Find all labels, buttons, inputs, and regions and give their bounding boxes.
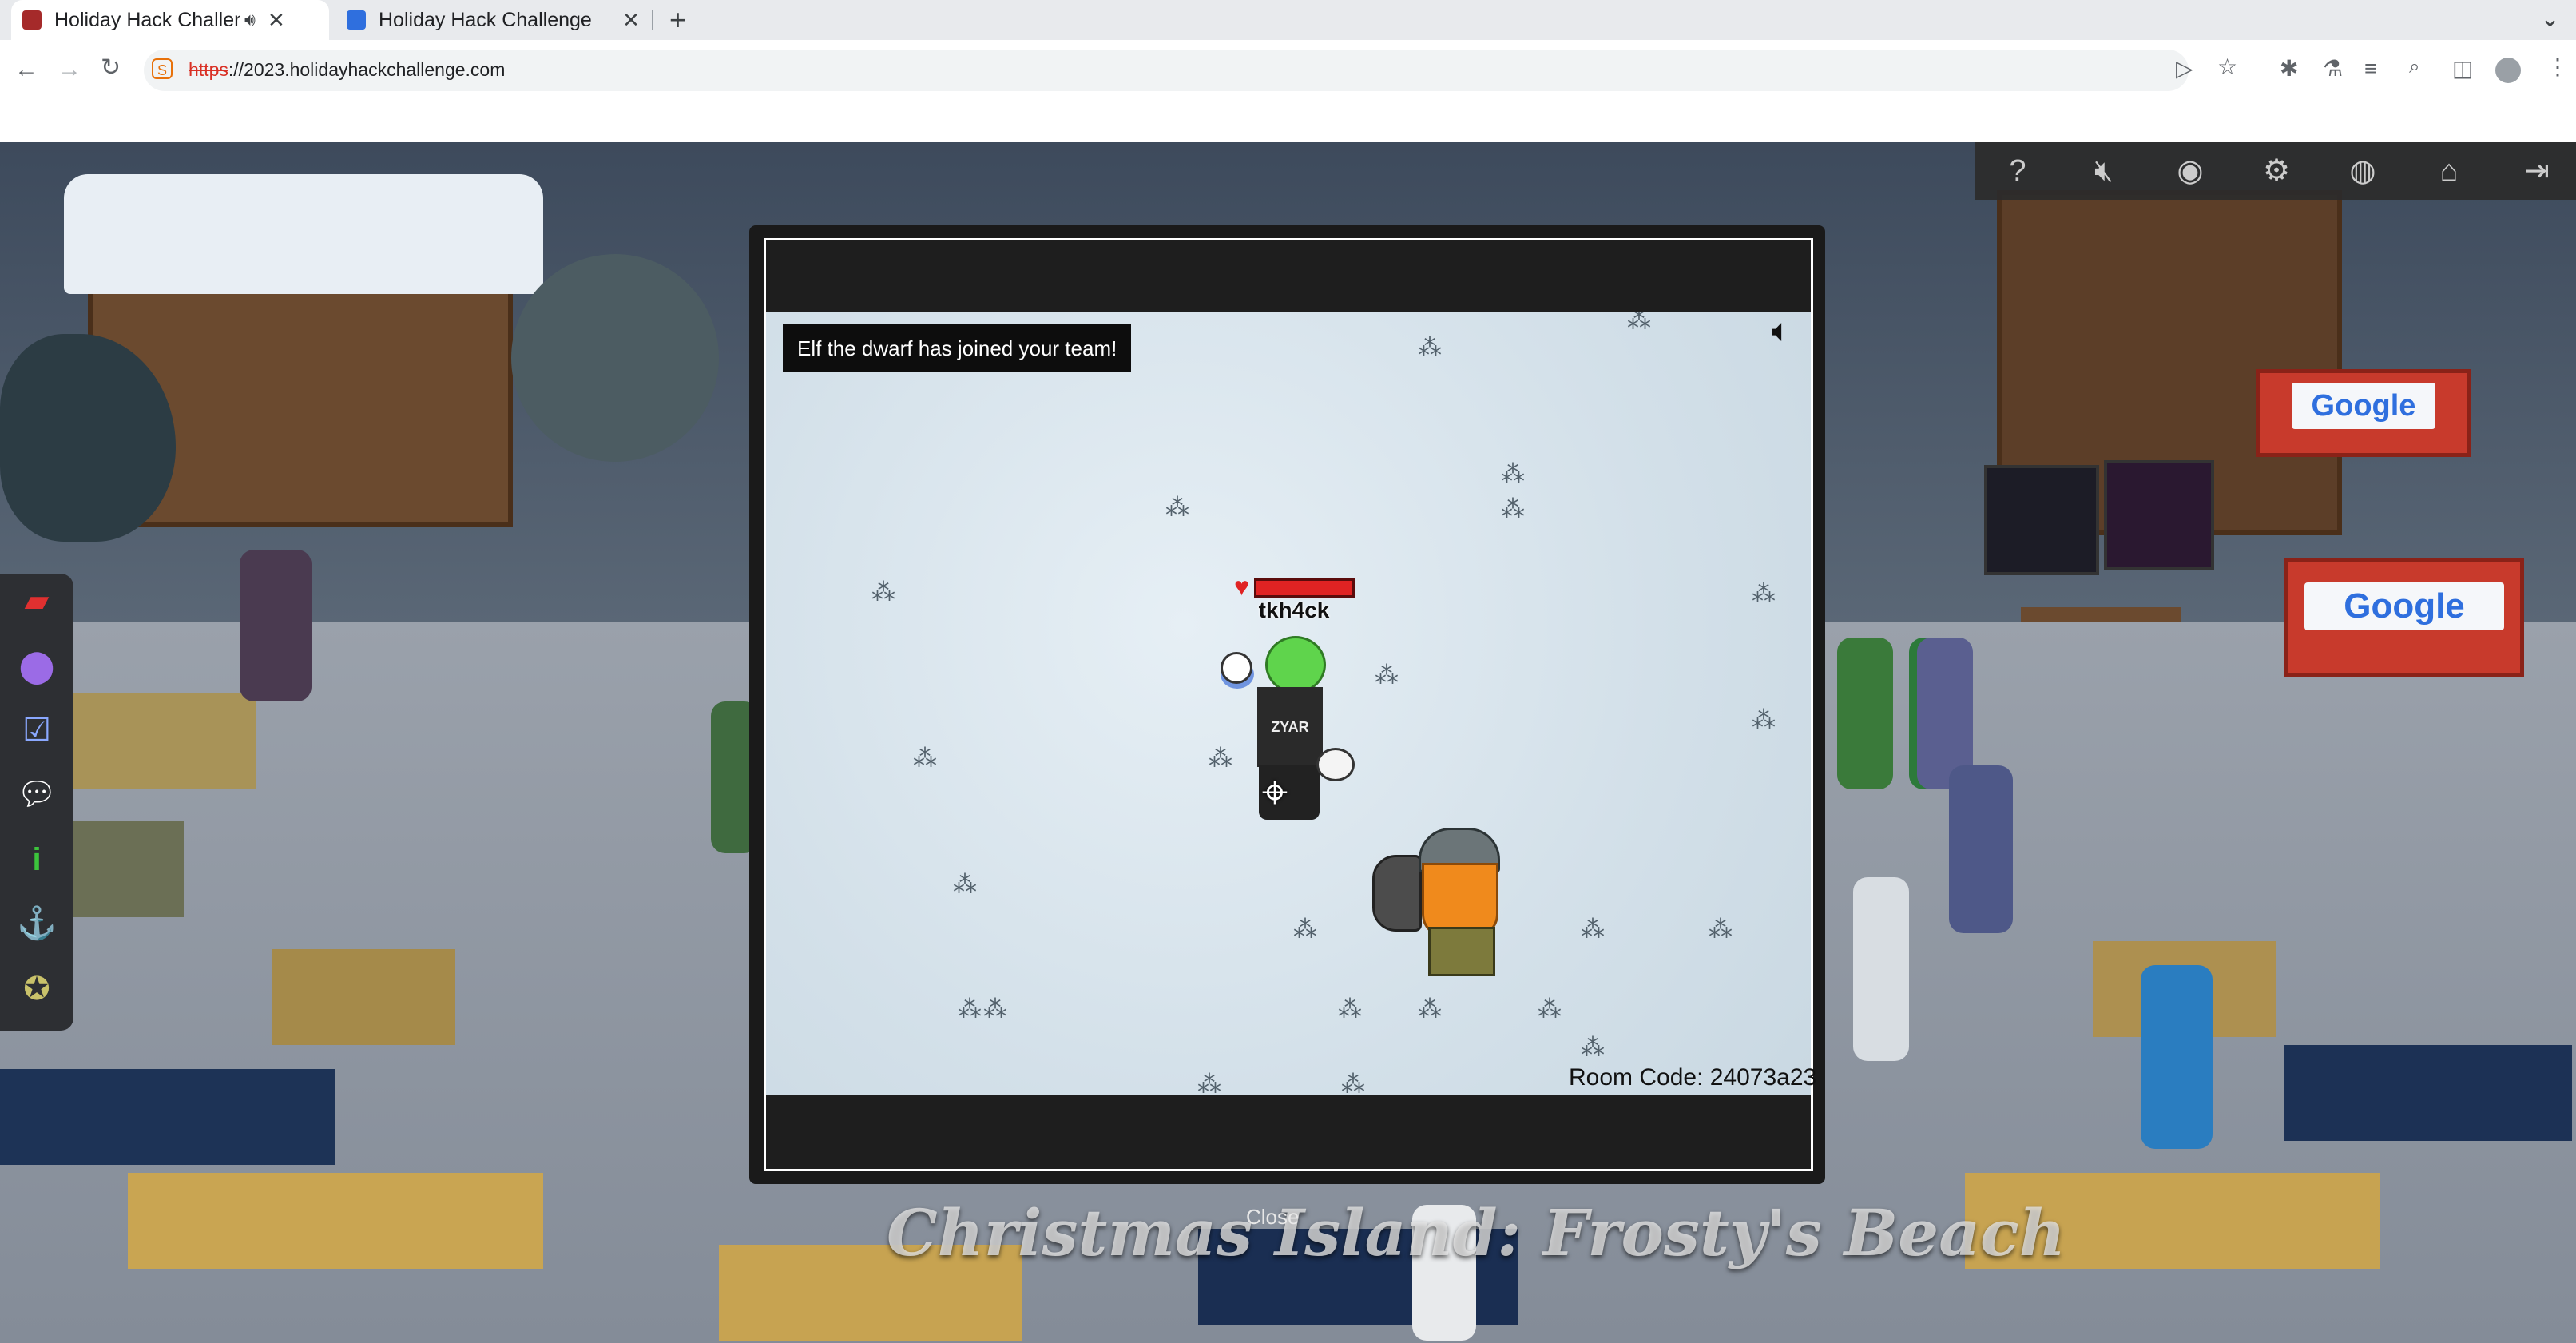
home-icon[interactable]: ⌂ [2425, 151, 2473, 191]
reload-icon[interactable]: ↻ [101, 56, 121, 80]
extensions-icon[interactable]: ✱ [2280, 58, 2298, 80]
booth-sign-text: Google [2292, 383, 2435, 429]
snow-tuft: ⁂ [1581, 916, 1606, 943]
forward-arrow-icon[interactable]: → [58, 58, 81, 81]
logout-icon[interactable]: ⇥ [2513, 151, 2561, 191]
snow-tuft: ⁂ [1581, 1035, 1606, 1061]
player-health-bar [1254, 578, 1355, 598]
player-shirt: ZYAR [1257, 687, 1323, 767]
dwarf-axe [1372, 855, 1422, 932]
settings-icon[interactable]: ⚙ [2253, 151, 2300, 191]
back-arrow-icon[interactable]: ← [14, 58, 38, 81]
map-pin-icon[interactable]: ⬤ [14, 644, 59, 689]
floor-tile [128, 1173, 543, 1269]
book-icon[interactable]: ▰ [14, 578, 59, 623]
close-tab-icon[interactable]: ✕ [620, 8, 642, 33]
audio-playing-icon[interactable]: 🔊︎ [244, 10, 256, 30]
snow-tuft: ⁂ [1627, 312, 1653, 334]
glove-icon [1221, 652, 1252, 684]
glove-icon [1316, 748, 1355, 781]
snow-tuft: ⁂⁂ [958, 996, 1009, 1023]
mute-icon[interactable]: 🔇︎ [2080, 151, 2128, 191]
snow-tuft: ⁂ [1538, 996, 1563, 1023]
labs-icon[interactable]: ⚗ [2323, 58, 2343, 80]
floor-tile [272, 949, 455, 1045]
info-icon[interactable]: i [14, 837, 59, 882]
snow-tuft: ⁂ [1209, 745, 1234, 772]
snowman-npc[interactable] [1853, 877, 1909, 1061]
room-code: Room Code: 24073a23 [1569, 1064, 1817, 1091]
npc-character[interactable] [1949, 765, 2013, 933]
tab-holiday-hack-1[interactable]: Holiday Hack Challenge 🔊︎ ✕ [11, 0, 329, 40]
help-icon[interactable]: ? [1994, 151, 2042, 191]
snowy-roof [64, 174, 543, 294]
favicon-icon [347, 10, 366, 30]
chat-icon[interactable]: 💬︎ [14, 772, 59, 817]
account-icon[interactable]: ◍ [2339, 151, 2387, 191]
tab-divider [652, 10, 653, 30]
speaker-icon[interactable]: 🔈︎ [1772, 313, 1810, 353]
team-joined-toast: Elf the dwarf has joined your team! [783, 324, 1132, 372]
tab-search-chevron-icon[interactable]: ⌄ [2540, 5, 2560, 33]
snow-tuft: ⁂ [1501, 461, 1526, 487]
snow-tuft: ⁂ [1709, 916, 1734, 943]
snow-tuft: ⁂ [913, 745, 939, 772]
snow-tuft: ⁂ [1165, 495, 1191, 521]
snow-tuft: ⁂ [953, 872, 978, 898]
url-host: ://2023.holidayhackchallenge.com [228, 59, 506, 80]
heart-icon: ♥ [1234, 572, 1249, 601]
url-text[interactable]: https://2023.holidayhackchallenge.com [189, 59, 505, 81]
close-tab-icon[interactable]: ✕ [265, 8, 288, 33]
google-booth-counter: Google [2284, 558, 2524, 677]
snow-tuft: ⁂ [1752, 581, 1777, 607]
menu-icon[interactable]: ⋮ [2546, 56, 2569, 78]
snow-tuft: ⁂ [1375, 662, 1400, 689]
snow-tuft: ⁂ [1418, 335, 1443, 361]
new-tab-button[interactable]: + [669, 0, 686, 40]
snow-tuft: ⁂ [1418, 996, 1443, 1023]
google-booth-top-sign: Google [2256, 369, 2471, 457]
close-button[interactable]: Close [1246, 1205, 1299, 1230]
site-info-icon[interactable]: S [152, 58, 173, 79]
tab-title: Holiday Hack Challenge [379, 8, 592, 31]
snow-tuft: ⁂ [1338, 996, 1363, 1023]
checklist-icon[interactable]: ☑ [14, 708, 59, 753]
tab-holiday-hack-2[interactable]: Holiday Hack Challenge ✕ [335, 0, 653, 40]
media-queue-icon[interactable]: ≡ [2364, 58, 2377, 80]
atom-poster [1984, 465, 2099, 575]
snow-tuft: ⁂ [1293, 916, 1319, 943]
presidents-cup-poster [2104, 460, 2214, 570]
palm-tree [511, 254, 719, 462]
npc-character[interactable] [2141, 965, 2213, 1149]
snow-tuft: ⁂ [1197, 1071, 1223, 1095]
tab-title: Holiday Hack Challenge [54, 8, 240, 31]
crosshair-icon[interactable]: ⌖ [1251, 769, 1299, 817]
npc-character[interactable] [1837, 638, 1893, 789]
zoom-icon[interactable]: ⌕ [2409, 58, 2419, 77]
url-scheme: https [189, 59, 228, 80]
floor-tile [72, 693, 256, 789]
floor-tile [0, 1069, 335, 1165]
npc-character[interactable] [240, 550, 312, 701]
dwarf-body [1428, 927, 1495, 976]
achievement-icon[interactable]: ✪ [14, 967, 59, 1011]
cast-icon[interactable]: ▷ [2176, 58, 2193, 80]
bookmark-star-icon[interactable]: ☆ [2217, 56, 2237, 78]
booth-sign-text: Google [2304, 582, 2504, 630]
player-name-label: tkh4ck [1258, 598, 1330, 622]
snow-tuft: ⁂ [1501, 496, 1526, 522]
player-head [1265, 636, 1326, 693]
snow-tuft: ⁂ [1752, 707, 1777, 733]
discord-icon[interactable]: ◉ [2166, 151, 2214, 191]
favicon-icon [22, 10, 42, 30]
profile-icon[interactable] [2495, 58, 2521, 83]
side-panel-icon[interactable]: ◫ [2452, 58, 2473, 80]
floor-tile [2284, 1045, 2572, 1141]
snow-tuft: ⁂ [871, 579, 897, 606]
snow-tuft: ⁂ [1341, 1071, 1367, 1095]
bench [2021, 607, 2181, 622]
anchor-icon[interactable]: ⚓ [14, 901, 59, 946]
